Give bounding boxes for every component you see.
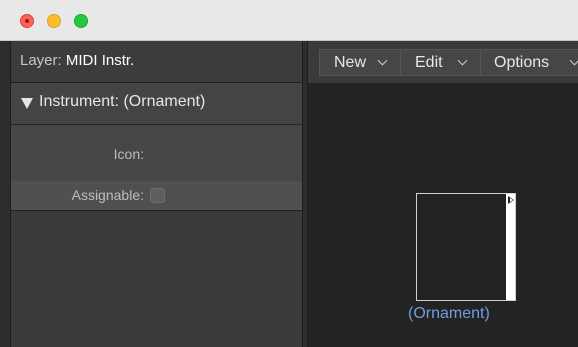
- layer-label: Layer: MIDI Instr.: [20, 52, 135, 69]
- edit-menu-label: Edit: [415, 54, 443, 71]
- close-window-button[interactable]: [20, 14, 34, 28]
- layer-selector[interactable]: Layer: MIDI Instr.: [11, 41, 302, 83]
- assignable-label: Assignable:: [71, 187, 144, 203]
- environment-toolbar: New Edit Options: [307, 41, 578, 83]
- environment-window: Layer: MIDI Instr. Instrument: (Ornament…: [0, 0, 578, 347]
- instrument-section-header[interactable]: Instrument: (Ornament): [11, 83, 302, 125]
- minimize-window-button[interactable]: [47, 14, 61, 28]
- object-name-label[interactable]: (Ornament): [408, 305, 538, 323]
- chevron-down-icon: [457, 55, 468, 66]
- environment-canvas[interactable]: (Ornament): [307, 83, 578, 347]
- instrument-parameters: Icon: Assignable:: [11, 125, 302, 211]
- assignable-checkbox[interactable]: [150, 188, 165, 203]
- output-arrow-inner: [510, 198, 513, 202]
- inspector-panel: Layer: MIDI Instr. Instrument: (Ornament…: [10, 41, 303, 347]
- new-menu-button[interactable]: New: [319, 49, 401, 76]
- ornament-object[interactable]: [416, 193, 516, 301]
- options-menu-button[interactable]: Options: [480, 49, 578, 76]
- instrument-section-title: Instrument: (Ornament): [39, 93, 206, 110]
- window-content: Layer: MIDI Instr. Instrument: (Ornament…: [0, 41, 578, 347]
- object-output-bar: [506, 194, 515, 300]
- chevron-down-icon: [377, 55, 388, 66]
- new-menu-label: New: [334, 54, 367, 71]
- zoom-window-button[interactable]: [74, 14, 88, 28]
- title-bar: [0, 0, 578, 41]
- options-menu-label: Options: [494, 54, 550, 71]
- edit-menu-button[interactable]: Edit: [400, 49, 481, 76]
- layer-value: MIDI Instr.: [65, 52, 135, 69]
- chevron-down-icon: [569, 55, 578, 66]
- assignable-row: Assignable:: [11, 181, 302, 210]
- icon-label: Icon:: [113, 146, 144, 162]
- disclosure-triangle-icon[interactable]: [21, 98, 33, 109]
